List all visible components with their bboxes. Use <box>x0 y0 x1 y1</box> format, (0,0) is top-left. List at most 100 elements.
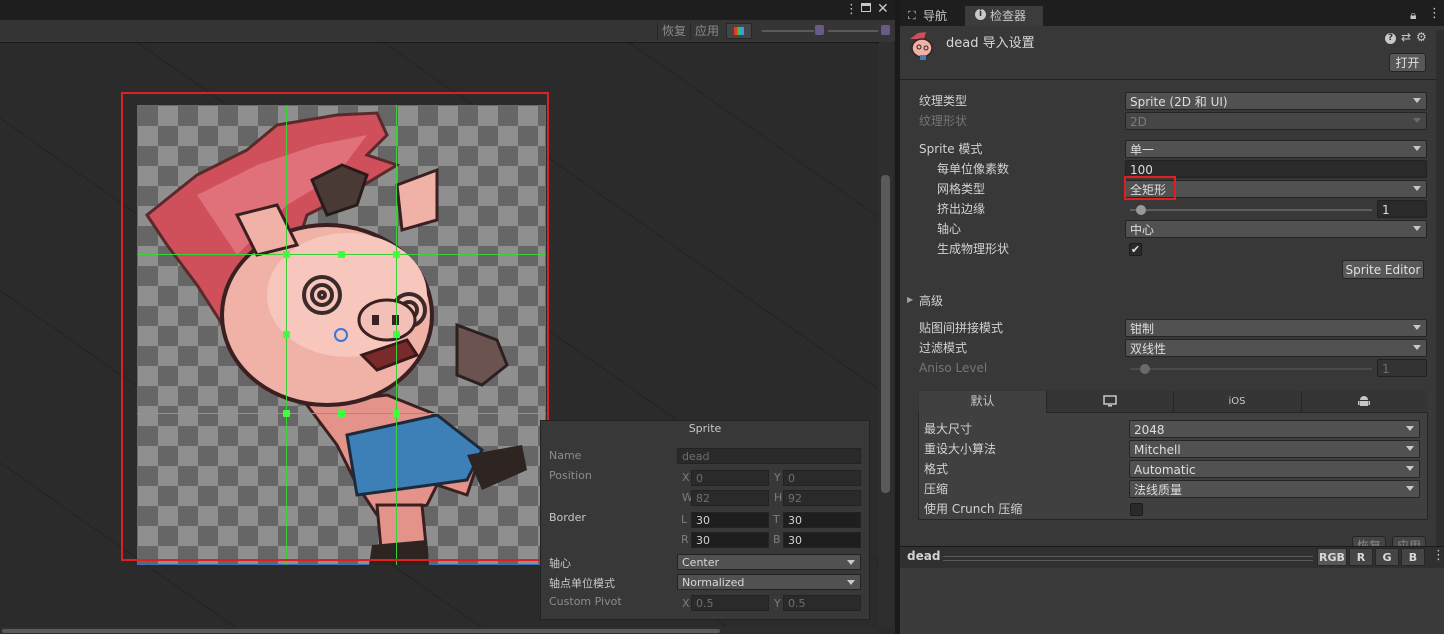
resize-algorithm-dropdown[interactable]: Mitchell <box>1129 440 1420 458</box>
preview-resize-handle[interactable] <box>943 556 1313 561</box>
custom-pivot-x-field[interactable]: 0.5 <box>691 595 769 611</box>
physics-shape-label: 生成物理形状 <box>937 242 1010 256</box>
sprite-editor-button[interactable]: Sprite Editor <box>1342 260 1424 279</box>
chevron-down-icon <box>1413 146 1421 151</box>
compression-label: 压缩 <box>924 482 949 496</box>
format-label: 格式 <box>924 462 949 476</box>
b-channel-button[interactable]: B <box>1401 548 1425 566</box>
extrude-label: 挤出边缘 <box>937 202 986 216</box>
vertical-scroll-thumb[interactable] <box>881 175 890 493</box>
advanced-foldout[interactable]: 高级 <box>919 291 943 311</box>
extrude-slider-knob[interactable] <box>1136 205 1146 215</box>
editor-toolbar <box>0 20 895 43</box>
x-field[interactable]: 0 <box>691 470 769 486</box>
help-icon[interactable]: ? <box>1385 33 1396 44</box>
preset-icon[interactable]: ⇄ <box>1401 30 1411 44</box>
editor-title-bar <box>0 0 895 20</box>
mip-slider-knob[interactable] <box>881 25 890 35</box>
border-right-field[interactable]: 30 <box>691 532 769 548</box>
revert-button[interactable]: 恢复 <box>657 22 691 40</box>
more-vert-icon[interactable]: ⋮ <box>1432 548 1444 563</box>
more-vert-icon[interactable]: ⋮ <box>845 2 858 17</box>
border-left-field[interactable]: 30 <box>691 512 769 528</box>
tab-navigation[interactable]: 导航 <box>923 6 947 26</box>
open-button[interactable]: 打开 <box>1389 53 1426 72</box>
preview-area <box>900 568 1444 634</box>
filter-mode-dropdown[interactable]: 双线性 <box>1125 339 1427 357</box>
pivot-value: 中心 <box>1130 223 1155 237</box>
rgb-channel-button[interactable]: RGB <box>1317 548 1347 566</box>
chevron-down-icon <box>1406 446 1414 451</box>
apply-button[interactable]: 应用 <box>1392 536 1426 546</box>
pivot-label: 轴心 <box>937 222 962 236</box>
revert-button[interactable]: 恢复 <box>1352 536 1386 546</box>
texture-shape-dropdown: 2D <box>1125 112 1427 130</box>
wrap-mode-dropdown[interactable]: 钳制 <box>1125 319 1427 337</box>
close-icon[interactable]: ✕ <box>877 1 889 17</box>
tab-standalone[interactable] <box>1046 391 1174 412</box>
custom-pivot-y-field[interactable]: 0.5 <box>783 595 861 611</box>
tab-ios[interactable]: iOS <box>1173 391 1302 412</box>
max-size-dropdown[interactable]: 2048 <box>1129 420 1420 438</box>
t-label: T <box>773 513 780 526</box>
pivot-unit-dropdown[interactable]: Normalized <box>677 574 861 590</box>
mesh-type-highlight <box>1124 176 1176 200</box>
texture-type-dropdown[interactable]: Sprite (2D 和 UI) <box>1125 92 1427 110</box>
zoom-slider-knob[interactable] <box>815 25 824 35</box>
chevron-right-icon[interactable]: ▶ <box>907 295 913 304</box>
lock-icon[interactable]: 🔒︎ <box>1410 8 1416 23</box>
name-field[interactable]: dead <box>677 448 861 464</box>
chevron-down-icon <box>1406 426 1414 431</box>
mip-slider-track[interactable] <box>828 30 878 32</box>
r-channel-button[interactable]: R <box>1349 548 1373 566</box>
sprite-selection-rect[interactable] <box>121 92 549 561</box>
maximize-icon[interactable] <box>861 3 871 12</box>
pivot-dropdown[interactable]: 中心 <box>1125 220 1427 238</box>
apply-button[interactable]: 应用 <box>690 22 724 40</box>
border-top-field[interactable]: 30 <box>783 512 861 528</box>
chevron-down-icon <box>1406 486 1414 491</box>
wrap-mode-value: 钳制 <box>1130 322 1155 336</box>
resize-algorithm-value: Mitchell <box>1134 443 1181 457</box>
asset-title: dead 导入设置 <box>946 36 1035 51</box>
header-divider <box>900 79 1436 80</box>
inspector-scrollbar[interactable] <box>1436 30 1444 546</box>
format-value: Automatic <box>1134 463 1196 477</box>
filter-mode-value: 双线性 <box>1130 342 1167 356</box>
extrude-field[interactable]: 1 <box>1377 200 1427 218</box>
chevron-down-icon <box>1406 466 1414 471</box>
crunch-checkbox[interactable] <box>1130 503 1143 516</box>
compression-dropdown[interactable]: 法线质量 <box>1129 480 1420 498</box>
filter-mode-label: 过滤模式 <box>919 341 968 355</box>
tab-android[interactable] <box>1301 391 1427 412</box>
more-vert-icon[interactable]: ⋮ <box>1428 6 1441 21</box>
texture-type-label: 纹理类型 <box>919 94 968 108</box>
color-channel-button[interactable] <box>726 23 752 39</box>
chevron-down-icon <box>1413 118 1421 123</box>
zoom-slider-track[interactable] <box>762 30 814 32</box>
chevron-down-icon <box>1413 186 1421 191</box>
pivot-dropdown[interactable]: Center <box>677 554 861 570</box>
custom-pivot-label: Custom Pivot <box>549 595 622 608</box>
horizontal-scroll-thumb[interactable] <box>2 629 720 633</box>
w-field[interactable]: 82 <box>691 490 769 506</box>
x-label: X <box>682 471 690 484</box>
settings-icon[interactable]: ⚙ <box>1416 30 1427 44</box>
tab-default[interactable]: 默认 <box>919 391 1047 413</box>
y-field[interactable]: 0 <box>783 470 861 486</box>
extrude-slider-track[interactable] <box>1130 209 1372 211</box>
sprite-mode-dropdown[interactable]: 单一 <box>1125 140 1427 158</box>
revert-button-wrap: 恢复 <box>1352 536 1386 546</box>
h-label: H <box>774 491 783 504</box>
b-label: B <box>773 533 781 546</box>
color-swatch-icon <box>734 27 744 35</box>
aniso-slider-knob <box>1140 364 1150 374</box>
format-dropdown[interactable]: Automatic <box>1129 460 1420 478</box>
border-bottom-field[interactable]: 30 <box>783 532 861 548</box>
sprite-mode-value: 单一 <box>1130 143 1155 157</box>
h-field[interactable]: 92 <box>783 490 861 506</box>
physics-shape-checkbox[interactable]: ✔ <box>1129 243 1142 256</box>
l-label: L <box>681 513 688 526</box>
g-channel-button[interactable]: G <box>1375 548 1399 566</box>
tab-inspector[interactable]: 检查器 <box>990 6 1026 26</box>
